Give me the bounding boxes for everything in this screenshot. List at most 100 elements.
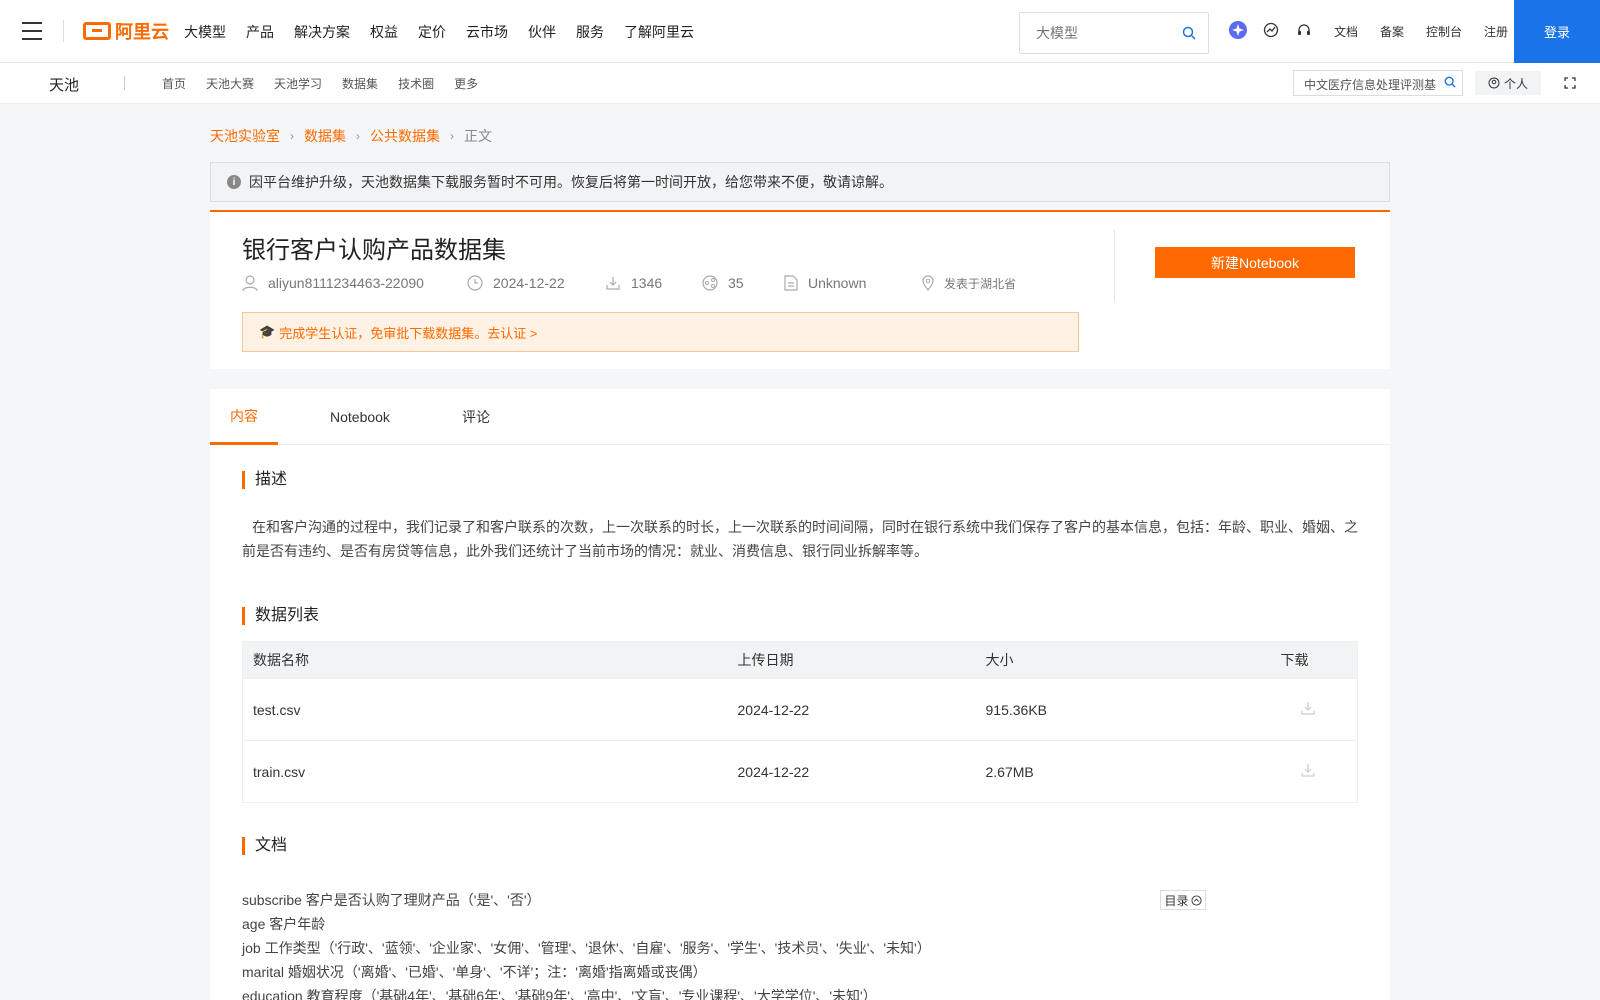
col-header-date: 上传日期 — [727, 641, 976, 679]
login-button[interactable]: 登录 — [1514, 0, 1600, 63]
breadcrumb-datasets[interactable]: 数据集 — [304, 126, 346, 146]
file-name: train.csv — [242, 740, 728, 803]
personal-button[interactable]: 个人 — [1475, 71, 1541, 95]
tab-comments[interactable]: 评论 — [462, 389, 490, 445]
subnav-competitions[interactable]: 天池大赛 — [206, 75, 254, 92]
activity-icon[interactable] — [1261, 20, 1281, 40]
download-count: 1346 — [631, 275, 663, 291]
meta-shares: 35 — [702, 275, 784, 291]
toc-button[interactable]: 目录 — [1160, 890, 1206, 910]
section-title-data-list: 数据列表 — [242, 607, 319, 625]
content-body: 描述 在和客户沟通的过程中，我们记录了和客户联系的次数，上一次联系的时长，上一次… — [210, 445, 1390, 1000]
col-header-download: 下载 — [1270, 641, 1358, 679]
link-icp[interactable]: 备案 — [1380, 23, 1404, 40]
nav-item-services[interactable]: 服务 — [576, 22, 604, 42]
search-icon[interactable] — [1182, 26, 1196, 43]
table-row: train.csv 2024-12-22 2.67MB — [242, 740, 1358, 803]
content-tabs: 内容 Notebook 评论 — [210, 389, 1390, 445]
info-icon: i — [227, 175, 241, 189]
chevron-up-circle-icon — [1190, 894, 1202, 906]
breadcrumb-public-datasets[interactable]: 公共数据集 — [370, 126, 440, 146]
graduation-cap-icon: 🎓 — [259, 324, 276, 339]
global-search — [1019, 12, 1209, 54]
aliyun-logo[interactable]: 阿里云 — [83, 19, 169, 43]
file-name: test.csv — [242, 678, 728, 741]
student-cert-banner[interactable]: 🎓 完成学生认证，免审批下载数据集。去认证 > — [242, 312, 1079, 352]
link-console[interactable]: 控制台 — [1426, 23, 1462, 40]
doc-line: education 教育程度（'基础4年'、'基础6年'、'基础9年'、'高中'… — [242, 988, 877, 1000]
author-name[interactable]: aliyun8111234463-22090 — [268, 275, 424, 291]
headset-icon[interactable] — [1294, 20, 1314, 40]
share-icon — [702, 275, 718, 291]
global-search-input[interactable] — [1020, 13, 1170, 53]
download-cell — [1270, 740, 1358, 803]
tab-notebook[interactable]: Notebook — [330, 389, 390, 445]
main-nav: 大模型 产品 解决方案 权益 定价 云市场 伙伴 服务 了解阿里云 — [184, 0, 714, 63]
nav-item-partners[interactable]: 伙伴 — [528, 22, 556, 42]
page-title: 银行客户认购产品数据集 — [242, 237, 506, 264]
breadcrumb-lab[interactable]: 天池实验室 — [210, 126, 280, 146]
clock-icon — [467, 275, 483, 291]
fullscreen-icon[interactable] — [1564, 76, 1576, 92]
tianchi-brand[interactable]: 天池 — [49, 74, 79, 95]
search-icon[interactable] — [1444, 76, 1456, 91]
toc-label: 目录 — [1164, 893, 1189, 908]
dataset-header: 银行客户认购产品数据集 aliyun8111234463-22090 2024-… — [210, 210, 1390, 369]
subnav-home[interactable]: 首页 — [162, 75, 186, 92]
download-icon[interactable] — [1300, 763, 1315, 777]
chevron-right-icon: › — [450, 129, 454, 143]
new-notebook-button[interactable]: 新建Notebook — [1155, 247, 1355, 278]
col-header-name: 数据名称 — [242, 641, 728, 679]
aliyun-logo-mark-icon — [83, 22, 111, 40]
tianchi-subnav: 天池 首页 天池大赛 天池学习 数据集 技术圈 更多 中文医疗信息处理评测基 个… — [0, 63, 1600, 104]
subnav-tech-circle[interactable]: 技术圈 — [398, 75, 434, 92]
nav-item-benefits[interactable]: 权益 — [370, 22, 398, 42]
tab-content[interactable]: 内容 — [210, 389, 278, 445]
nav-item-products[interactable]: 产品 — [246, 22, 274, 42]
user-circle-icon — [1488, 77, 1500, 89]
top-navbar: 阿里云 大模型 产品 解决方案 权益 定价 云市场 伙伴 服务 了解阿里云 文档… — [0, 0, 1600, 63]
menu-icon[interactable] — [22, 22, 42, 40]
subnav-more[interactable]: 更多 — [454, 75, 478, 92]
sub-search-value: 中文医疗信息处理评测基 — [1304, 78, 1437, 92]
nav-item-about[interactable]: 了解阿里云 — [624, 22, 694, 42]
publish-date: 2024-12-22 — [493, 275, 565, 291]
personal-label: 个人 — [1503, 76, 1528, 91]
col-header-size: 大小 — [975, 641, 1271, 679]
document-icon — [784, 275, 798, 291]
subnav-learning[interactable]: 天池学习 — [274, 75, 322, 92]
chevron-right-icon: › — [356, 129, 360, 143]
breadcrumb-current: 正文 — [464, 128, 492, 144]
divider — [124, 76, 125, 90]
table-row: test.csv 2024-12-22 915.36KB — [242, 678, 1358, 741]
nav-item-marketplace[interactable]: 云市场 — [466, 22, 508, 42]
nav-item-llm[interactable]: 大模型 — [184, 22, 226, 42]
link-docs[interactable]: 文档 — [1334, 23, 1358, 40]
maintenance-notice: i 因平台维护升级，天池数据集下载服务暂时不可用。恢复后将第一时间开放，给您带来… — [210, 162, 1390, 202]
meta-location: 发表于湖北省 — [922, 275, 1016, 292]
doc-line: job 工作类型（'行政'、'蓝领'、'企业家'、'女佣'、'管理'、'退休'、… — [242, 940, 931, 956]
subnav-datasets[interactable]: 数据集 — [342, 75, 378, 92]
link-register[interactable]: 注册 — [1484, 23, 1508, 40]
user-icon — [242, 275, 258, 292]
nav-item-pricing[interactable]: 定价 — [418, 22, 446, 42]
doc-content: subscribe 客户是否认购了理财产品（'是'、'否'） age 客户年龄 … — [242, 888, 931, 1000]
nav-item-solutions[interactable]: 解决方案 — [294, 22, 350, 42]
top-icon-group — [1228, 20, 1327, 40]
divider — [63, 20, 64, 42]
download-cell — [1270, 678, 1358, 741]
file-date: 2024-12-22 — [727, 678, 976, 741]
table-header-row: 数据名称 上传日期 大小 下载 — [242, 641, 1358, 679]
ai-assistant-icon[interactable] — [1228, 20, 1248, 40]
cert-text[interactable]: 完成学生认证，免审批下载数据集。去认证 > — [279, 323, 537, 342]
doc-line: marital 婚姻状况（'离婚'、'已婚'、'单身'、'不详'；注：'离婚'指… — [242, 964, 707, 980]
license: Unknown — [808, 275, 867, 291]
meta-date: 2024-12-22 — [467, 275, 605, 291]
meta-license: Unknown — [784, 275, 922, 291]
section-title-docs: 文档 — [242, 837, 287, 855]
sub-nav: 首页 天池大赛 天池学习 数据集 技术圈 更多 — [162, 63, 498, 104]
location-pin-icon — [922, 275, 934, 291]
download-icon[interactable] — [1300, 701, 1315, 715]
sub-search-input[interactable]: 中文医疗信息处理评测基 — [1293, 70, 1463, 96]
description-text: 在和客户沟通的过程中，我们记录了和客户联系的次数，上一次联系的时长，上一次联系的… — [242, 519, 1358, 559]
